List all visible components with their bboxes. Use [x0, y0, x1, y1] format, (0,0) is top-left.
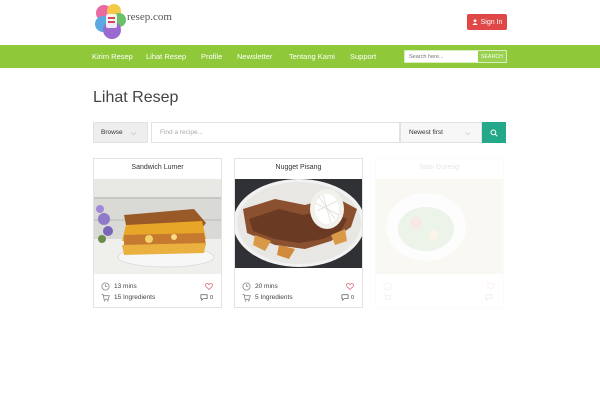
recipe-ingredients-value: 5 Ingredients — [255, 294, 293, 301]
recipe-comments[interactable] — [485, 294, 495, 301]
nav-item-tentang-kami[interactable]: Tentang Kami — [289, 45, 335, 68]
comment-icon — [200, 294, 208, 301]
top-header: resep.com Sign In — [0, 0, 600, 45]
heart-icon[interactable] — [346, 283, 354, 290]
recipe-card[interactable]: Nugget Pisang 20 mins 5 Ingredients 0 — [234, 158, 363, 308]
recipe-card[interactable]: Sandwich Lumer 13 mins 15 Ingredients 0 — [93, 158, 222, 308]
recipe-title[interactable]: Nugget Pisang — [235, 164, 362, 171]
nav-item-lihat-resep[interactable]: Lihat Resep — [146, 45, 186, 68]
recipe-ingredients: 5 Ingredients — [242, 293, 293, 302]
nav-item-support[interactable]: Support — [350, 45, 376, 68]
clock-icon — [242, 282, 251, 291]
cart-icon — [101, 293, 110, 302]
sign-in-button[interactable]: Sign In — [467, 14, 507, 30]
comment-icon — [341, 294, 349, 301]
browse-dropdown[interactable]: Browse ⌵ — [93, 122, 148, 143]
recipe-search-placeholder: Find a recipe... — [160, 129, 203, 136]
brand-logo[interactable] — [94, 2, 126, 42]
recipe-comments[interactable]: 0 — [341, 294, 354, 301]
recipe-comments-count: 0 — [209, 294, 213, 301]
search-icon — [490, 128, 498, 137]
recipe-time-value: 13 mins — [114, 283, 137, 290]
sort-label: Newest first — [409, 129, 443, 136]
clock-icon — [101, 282, 110, 291]
nav-item-kirim-resep[interactable]: Kirim Resep — [92, 45, 133, 68]
chevron-down-icon: ⌵ — [131, 130, 137, 137]
nav-item-profile[interactable]: Profile — [201, 45, 222, 68]
nav-item-newsletter[interactable]: Newsletter — [237, 45, 272, 68]
recipe-comments[interactable]: 0 — [200, 294, 213, 301]
recipe-time — [383, 282, 396, 291]
recipe-ingredients: 15 Ingredients — [101, 293, 155, 302]
heart-icon[interactable] — [205, 283, 213, 290]
chevron-down-icon: ⌵ — [465, 130, 471, 137]
sign-in-label: Sign In — [480, 18, 503, 26]
recipe-ingredients — [383, 293, 396, 302]
recipe-ingredients-value: 15 Ingredients — [114, 294, 156, 301]
search-button[interactable] — [482, 122, 506, 143]
browse-label: Browse — [101, 129, 123, 136]
recipe-comments-count: 0 — [350, 294, 354, 301]
recipe-image[interactable] — [376, 179, 503, 274]
recipe-time: 13 mins — [101, 282, 137, 291]
main-nav: Kirim Resep Lihat Resep Profile Newslett… — [0, 45, 600, 68]
clock-icon — [383, 282, 392, 291]
user-icon — [472, 19, 477, 25]
brand-name[interactable]: resep.com — [127, 11, 172, 23]
recipe-title[interactable]: Sandwich Lumer — [94, 164, 221, 171]
recipe-card[interactable]: Nasi Goreng — [375, 158, 504, 308]
comment-icon — [485, 294, 493, 301]
recipe-time: 20 mins — [242, 282, 278, 291]
nav-search: SEARCH — [404, 50, 507, 63]
cart-icon — [383, 293, 392, 300]
heart-icon[interactable] — [487, 283, 495, 290]
recipe-title[interactable]: Nasi Goreng — [376, 164, 503, 171]
nav-search-input[interactable] — [405, 51, 476, 62]
recipe-search-input[interactable]: Find a recipe... — [151, 122, 400, 143]
cart-icon — [242, 293, 251, 302]
page-title: Lihat Resep — [93, 89, 179, 106]
nav-search-button[interactable]: SEARCH — [478, 51, 506, 62]
recipe-time-value: 20 mins — [255, 283, 278, 290]
recipe-image[interactable] — [235, 179, 362, 268]
sort-dropdown[interactable]: Newest first ⌵ — [400, 122, 482, 143]
recipe-image[interactable] — [94, 179, 221, 274]
